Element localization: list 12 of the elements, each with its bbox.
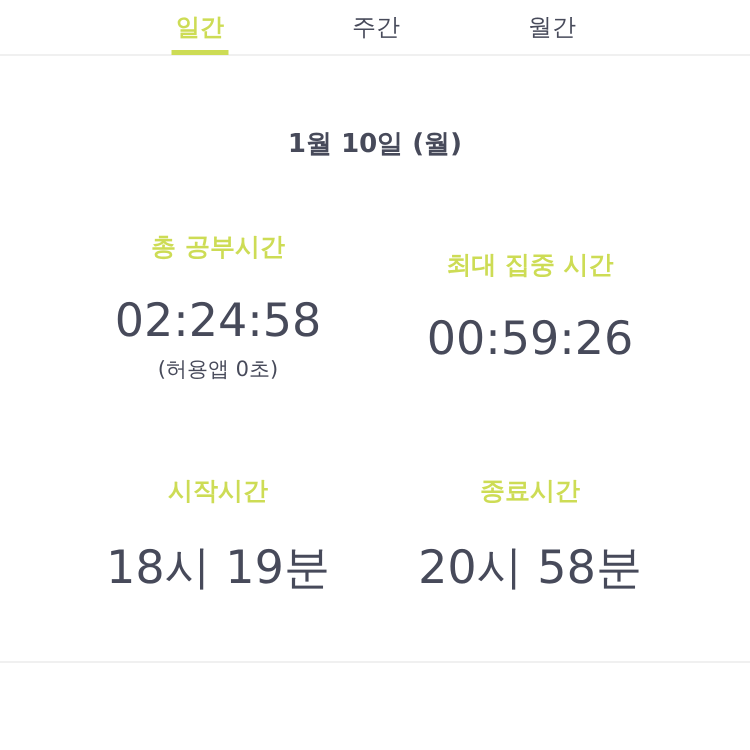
period-tab[interactable]: 월간: [464, 0, 640, 55]
stat-label: 시작시간: [168, 474, 268, 506]
stat-value: 20시 58분: [418, 538, 642, 596]
period-tab[interactable]: 주간: [288, 0, 464, 55]
date-heading: 1월 10일 (월): [286, 128, 464, 161]
stat-value: 02:24:58: [114, 292, 322, 346]
stat-value: 00:59:26: [426, 310, 634, 364]
stat-label: 최대 집중 시간: [446, 248, 614, 280]
stat-label: 종료시간: [480, 474, 580, 506]
stat-value: 18시 19분: [106, 538, 330, 596]
stat-note: (허용앱 0초): [158, 356, 278, 382]
stat-label: 총 공부시간: [151, 230, 285, 262]
